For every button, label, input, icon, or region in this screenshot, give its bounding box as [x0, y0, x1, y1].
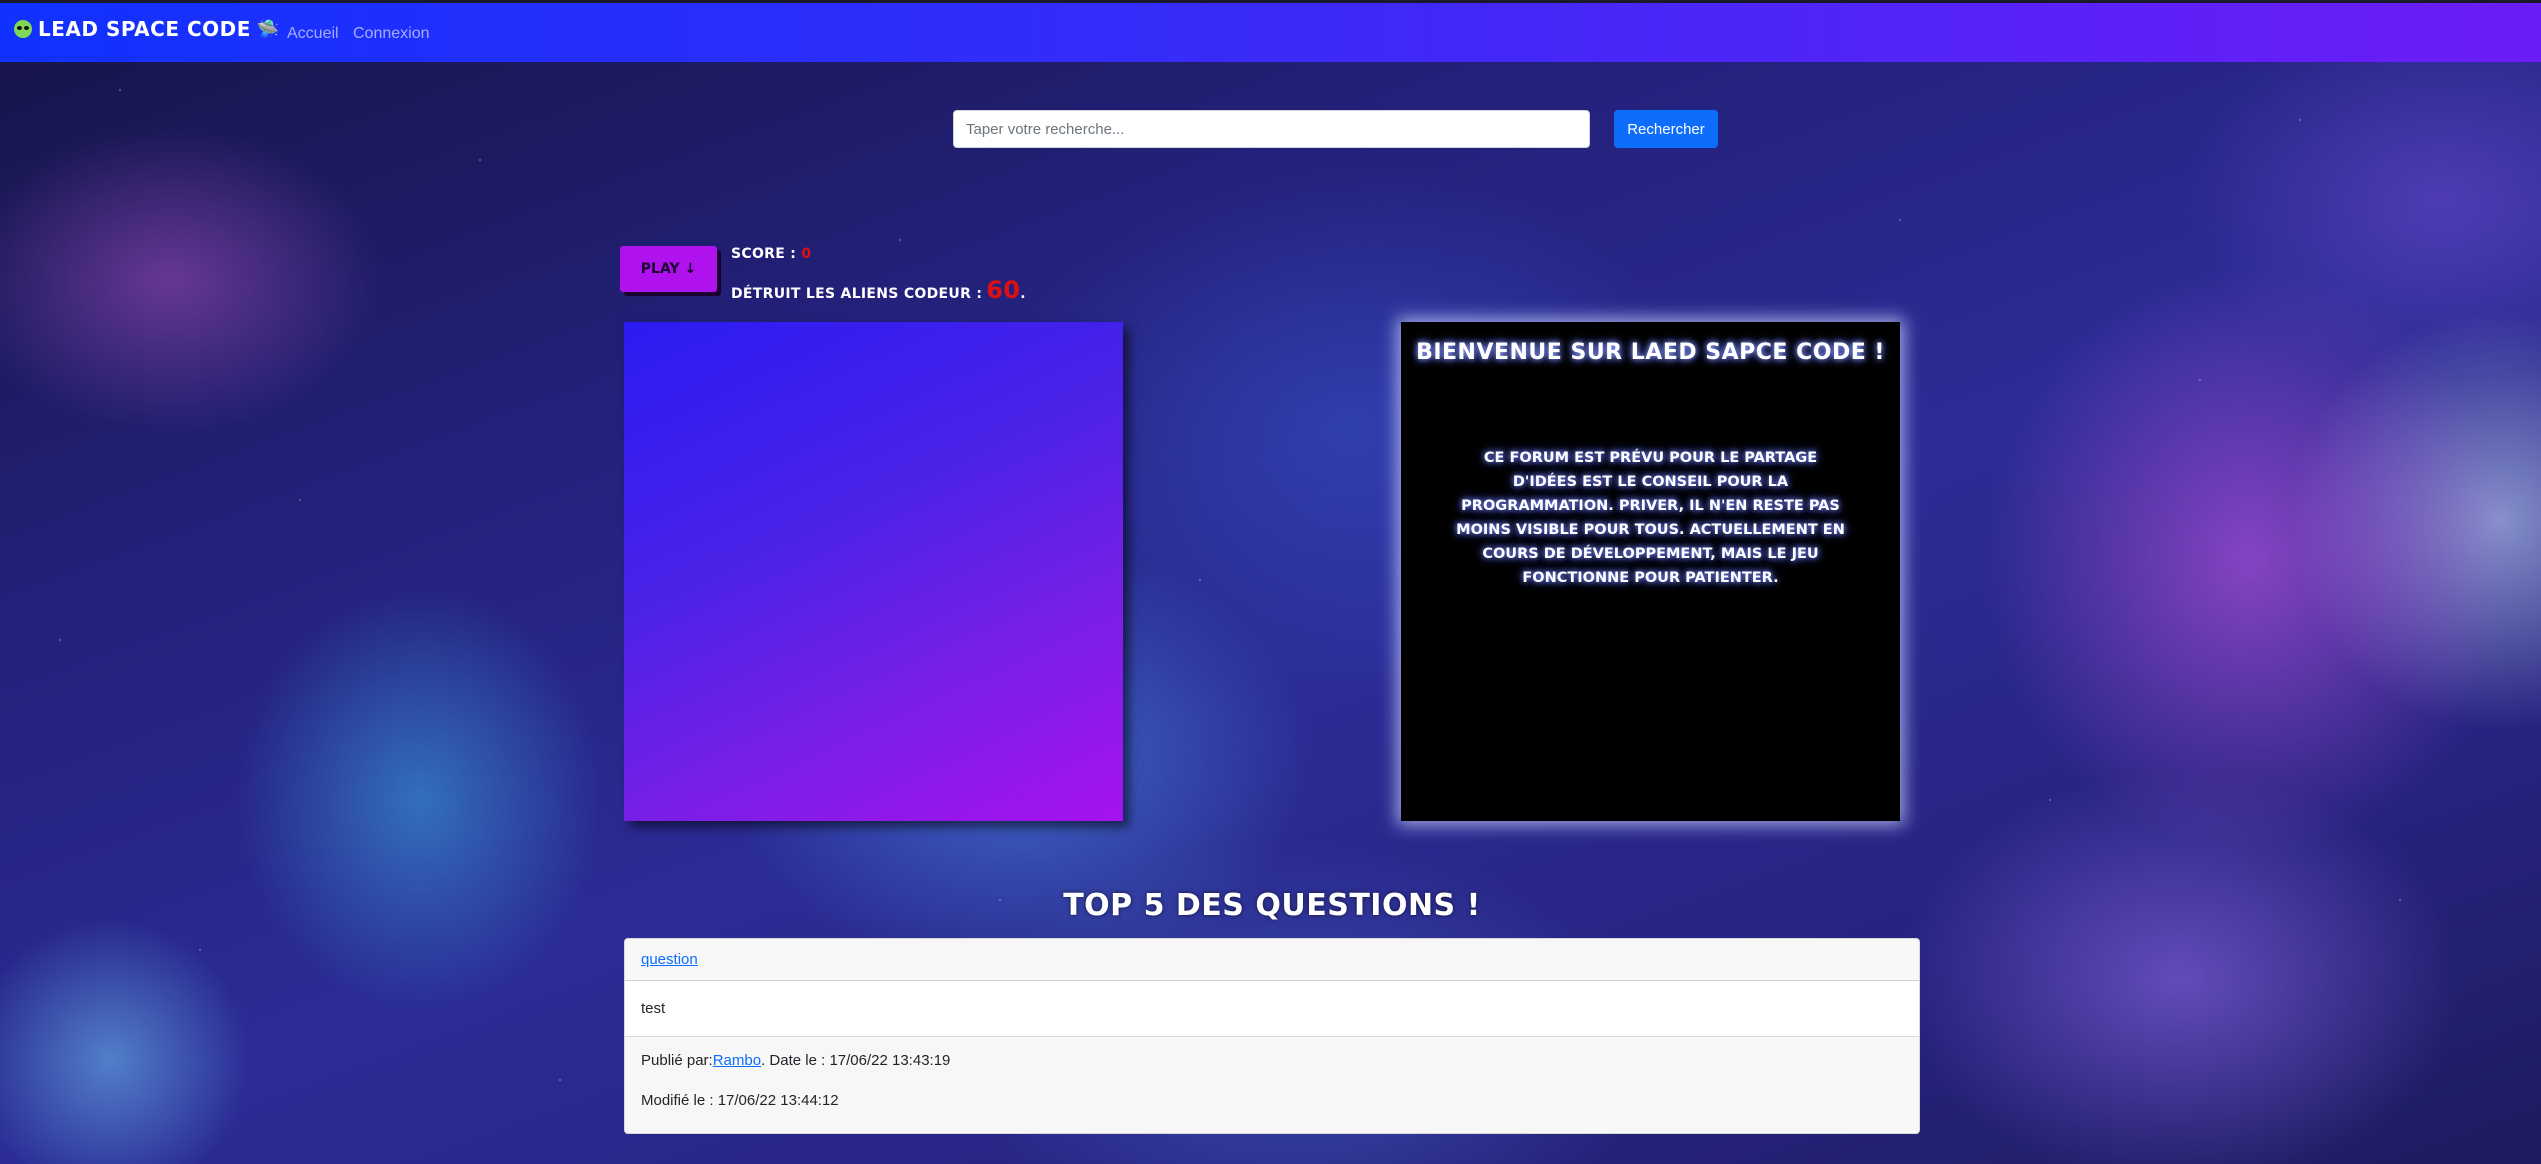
ufo-icon: 🛸	[256, 18, 280, 40]
alien-icon	[14, 20, 32, 38]
goal-suffix: .	[1020, 286, 1026, 302]
search-input[interactable]	[953, 110, 1590, 148]
goal-value: 60	[986, 276, 1021, 304]
question-card-header: question	[625, 939, 1919, 981]
question-modified-line: Modifié le : 17/06/22 13:44:12	[641, 1092, 839, 1109]
question-published-line: Publié par:Rambo. Date le : 17/06/22 13:…	[641, 1049, 1903, 1089]
question-title-link[interactable]: question	[641, 951, 698, 968]
question-card-footer: Publié par:Rambo. Date le : 17/06/22 13:…	[625, 1037, 1919, 1133]
nav-link-connexion[interactable]: Connexion	[353, 25, 430, 43]
score-display: Score : 0	[731, 246, 811, 262]
game-canvas[interactable]	[624, 322, 1123, 821]
play-button[interactable]: Play ↓	[620, 246, 717, 292]
search-button[interactable]: Rechercher	[1614, 110, 1718, 148]
published-label: Publié par:	[641, 1052, 713, 1069]
question-card-body: test	[625, 981, 1919, 1037]
question-body: test	[641, 1000, 666, 1017]
goal-display: Détruit les aliens codeur : 60 .	[731, 276, 1026, 304]
score-label: Score :	[731, 246, 797, 262]
brand-title: Lead Space Code	[38, 17, 251, 41]
welcome-text: Ce forum est prévu pour le partage d'idé…	[1456, 450, 1845, 586]
welcome-panel: Bienvenue sur Laed Sapce Code ! Ce forum…	[1401, 322, 1900, 821]
welcome-title: Bienvenue sur Laed Sapce Code !	[1416, 340, 1885, 365]
brand-logo[interactable]: Lead Space Code 🛸	[14, 17, 280, 41]
nav-link-accueil[interactable]: Accueil	[287, 25, 339, 43]
score-value: 0	[801, 246, 812, 262]
published-date: . Date le : 17/06/22 13:43:19	[761, 1052, 951, 1069]
author-link[interactable]: Rambo	[713, 1052, 761, 1069]
top-questions-title: Top 5 des questions !	[1063, 888, 1481, 923]
question-card: question test Publié par:Rambo. Date le …	[624, 938, 1920, 1134]
goal-label: Détruit les aliens codeur :	[731, 286, 983, 302]
navbar: Lead Space Code 🛸 Accueil Connexion	[0, 0, 2541, 62]
